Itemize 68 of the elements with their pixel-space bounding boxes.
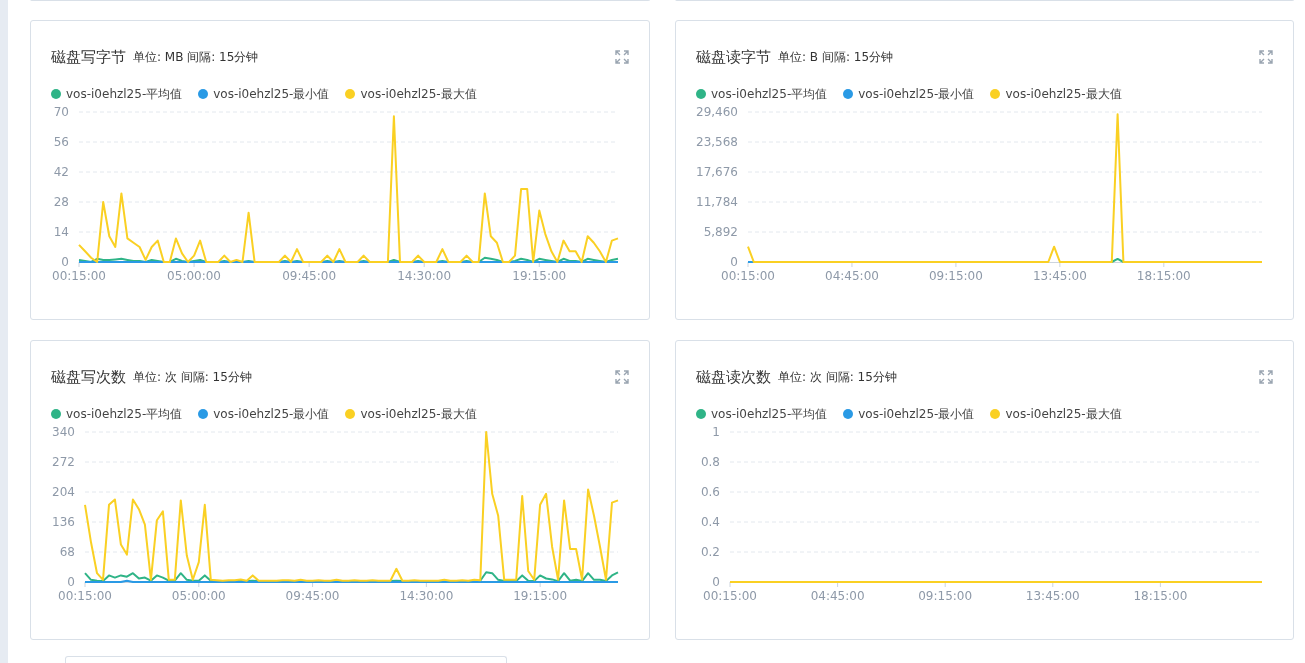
legend-label[interactable]: vos-i0ehzl25-最小值 bbox=[213, 85, 330, 103]
y-axis-label: 56 bbox=[53, 135, 69, 149]
expand-icon[interactable] bbox=[615, 370, 629, 384]
x-axis-label: 04:45:00 bbox=[810, 589, 865, 603]
y-axis-label: 14 bbox=[53, 225, 69, 239]
chart-title: 磁盘写字节 bbox=[51, 47, 126, 67]
y-axis-label: 11,784 bbox=[696, 195, 738, 209]
legend-label[interactable]: vos-i0ehzl25-平均值 bbox=[66, 405, 183, 423]
x-axis-label: 09:15:00 bbox=[928, 269, 983, 283]
x-axis-label: 00:15:00 bbox=[52, 269, 106, 283]
x-axis-label: 09:45:00 bbox=[282, 269, 337, 283]
legend-label[interactable]: vos-i0ehzl25-最小值 bbox=[858, 405, 975, 423]
legend-label[interactable]: vos-i0ehzl25-最大值 bbox=[360, 85, 477, 103]
y-axis-label: 0 bbox=[61, 255, 69, 269]
chart-title: 磁盘读字节 bbox=[696, 47, 771, 67]
y-axis-label: 1 bbox=[712, 425, 720, 439]
x-axis-label: 09:15:00 bbox=[918, 589, 973, 603]
chart-title: 磁盘读次数 bbox=[696, 367, 771, 387]
y-axis-label: 204 bbox=[52, 485, 75, 499]
chart-title: 磁盘写次数 bbox=[51, 367, 126, 387]
chart-unit-text: 单位: 次 间隔: 15分钟 bbox=[133, 368, 252, 386]
legend-label[interactable]: vos-i0ehzl25-最小值 bbox=[213, 405, 330, 423]
x-axis-label: 14:30:00 bbox=[399, 589, 454, 603]
legend-label[interactable]: vos-i0ehzl25-平均值 bbox=[711, 405, 828, 423]
x-axis-label: 00:15:00 bbox=[58, 589, 112, 603]
y-axis-label: 136 bbox=[52, 515, 75, 529]
expand-icon[interactable] bbox=[1259, 370, 1273, 384]
x-axis-label: 18:15:00 bbox=[1136, 269, 1191, 283]
expand-icon[interactable] bbox=[1259, 50, 1273, 64]
legend-label[interactable]: vos-i0ehzl25-最大值 bbox=[360, 405, 477, 423]
legend-label[interactable]: vos-i0ehzl25-平均值 bbox=[66, 85, 183, 103]
x-axis-label: 19:15:00 bbox=[512, 269, 567, 283]
y-axis-label: 28 bbox=[53, 195, 69, 209]
legend-label[interactable]: vos-i0ehzl25-平均值 bbox=[711, 85, 828, 103]
expand-icon[interactable] bbox=[615, 50, 629, 64]
x-axis-label: 13:45:00 bbox=[1025, 589, 1080, 603]
y-axis-label: 0.2 bbox=[700, 545, 720, 559]
y-axis-label: 0.4 bbox=[700, 515, 720, 529]
x-axis-label: 19:15:00 bbox=[513, 589, 568, 603]
x-axis-label: 09:45:00 bbox=[285, 589, 340, 603]
x-axis-label: 00:15:00 bbox=[703, 589, 757, 603]
x-axis-label: 00:15:00 bbox=[721, 269, 775, 283]
x-axis-label: 13:45:00 bbox=[1032, 269, 1087, 283]
legend-label[interactable]: vos-i0ehzl25-最大值 bbox=[1005, 85, 1122, 103]
y-axis-label: 0 bbox=[67, 575, 75, 589]
chart-unit-text: 单位: 次 间隔: 15分钟 bbox=[778, 368, 897, 386]
y-axis-label: 5,892 bbox=[703, 225, 738, 239]
y-axis-label: 0 bbox=[730, 255, 738, 269]
x-axis-label: 05:00:00 bbox=[171, 589, 226, 603]
x-axis-label: 05:00:00 bbox=[167, 269, 221, 283]
legend-label[interactable]: vos-i0ehzl25-最大值 bbox=[1005, 405, 1122, 423]
y-axis-label: 23,568 bbox=[696, 135, 738, 149]
y-axis-label: 70 bbox=[53, 105, 69, 119]
y-axis-label: 0.6 bbox=[700, 485, 720, 499]
y-axis-label: 340 bbox=[52, 425, 75, 439]
chart-unit-text: 单位: MB 间隔: 15分钟 bbox=[133, 48, 259, 66]
y-axis-label: 0 bbox=[712, 575, 720, 589]
y-axis-label: 272 bbox=[52, 455, 75, 469]
x-axis-label: 04:45:00 bbox=[825, 269, 879, 283]
chart-unit-text: 单位: B 间隔: 15分钟 bbox=[778, 48, 894, 66]
y-axis-label: 0.8 bbox=[700, 455, 720, 469]
y-axis-label: 68 bbox=[59, 545, 75, 559]
y-axis-label: 17,676 bbox=[696, 165, 738, 179]
y-axis-label: 42 bbox=[53, 165, 69, 179]
legend-label[interactable]: vos-i0ehzl25-最小值 bbox=[858, 85, 975, 103]
y-axis-label: 29,460 bbox=[696, 105, 738, 119]
x-axis-label: 18:15:00 bbox=[1133, 589, 1188, 603]
x-axis-label: 14:30:00 bbox=[397, 269, 452, 283]
